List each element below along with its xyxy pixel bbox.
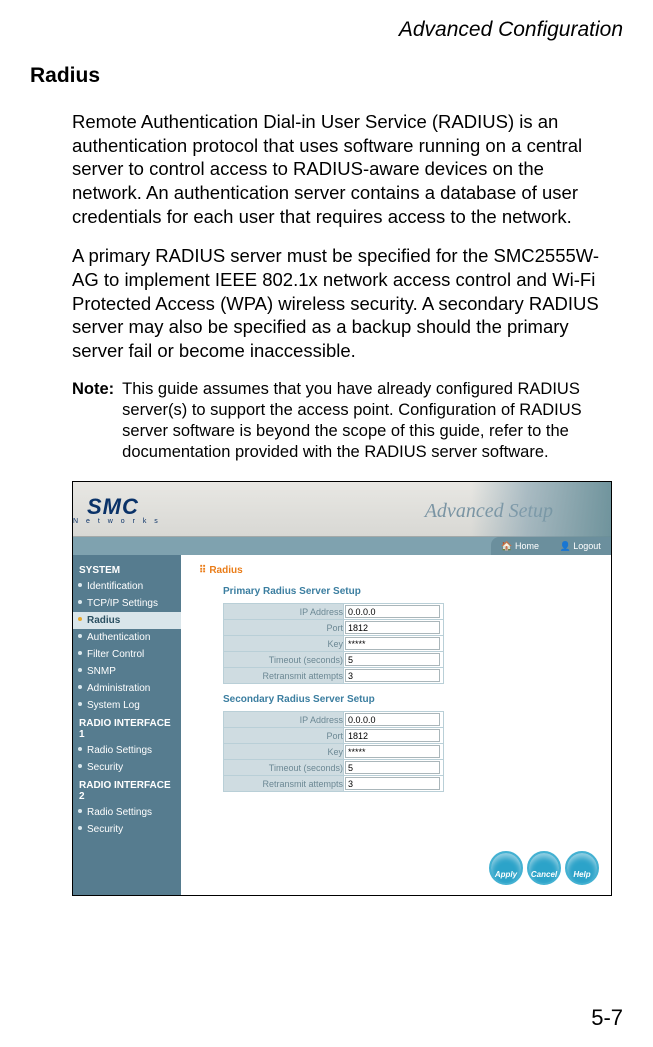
app-header: SMC N e t w o r k s Advanced Setup — [73, 482, 611, 537]
lbl-primary-key: Key — [224, 636, 344, 652]
input-primary-port[interactable] — [345, 621, 440, 634]
page-header: Advanced Configuration — [30, 18, 623, 42]
paragraph-1: Remote Authentication Dial-in User Servi… — [72, 110, 613, 228]
lbl-secondary-timeout: Timeout (seconds) — [224, 760, 344, 776]
paragraph-2: A primary RADIUS server must be specifie… — [72, 244, 613, 362]
logo-subtext: N e t w o r k s — [73, 518, 161, 525]
sidebar-item-snmp[interactable]: SNMP — [73, 663, 181, 680]
sidebar-item-r2-security[interactable]: Security — [73, 821, 181, 838]
lbl-primary-port: Port — [224, 620, 344, 636]
sidebar-item-authentication[interactable]: Authentication — [73, 629, 181, 646]
input-secondary-ip[interactable] — [345, 713, 440, 726]
sidebar-item-r1-settings[interactable]: Radio Settings — [73, 742, 181, 759]
lbl-primary-timeout: Timeout (seconds) — [224, 652, 344, 668]
lbl-primary-ip: IP Address — [224, 604, 344, 620]
logo-text: SMC — [87, 494, 139, 519]
note-label: Note: — [72, 379, 114, 463]
sidebar-item-administration[interactable]: Administration — [73, 680, 181, 697]
sidebar: SYSTEM Identification TCP/IP Settings Ra… — [73, 555, 181, 895]
logout-link[interactable]: 👤 Logout — [559, 541, 600, 552]
sidebar-item-identification[interactable]: Identification — [73, 578, 181, 595]
apply-button[interactable]: Apply — [489, 851, 523, 885]
sidebar-group-system: SYSTEM — [73, 561, 181, 578]
lbl-secondary-ip: IP Address — [224, 712, 344, 728]
page-number: 5-7 — [591, 1005, 623, 1031]
input-secondary-key[interactable] — [345, 745, 440, 758]
input-primary-key[interactable] — [345, 637, 440, 650]
input-secondary-retrans[interactable] — [345, 777, 440, 790]
note-block: Note: This guide assumes that you have a… — [72, 379, 613, 463]
sidebar-item-system-log[interactable]: System Log — [73, 697, 181, 714]
lbl-secondary-retrans: Retransmit attempts — [224, 776, 344, 792]
input-primary-ip[interactable] — [345, 605, 440, 618]
sidebar-item-r2-settings[interactable]: Radio Settings — [73, 804, 181, 821]
cancel-button[interactable]: Cancel — [527, 851, 561, 885]
sidebar-item-r1-security[interactable]: Security — [73, 759, 181, 776]
help-button[interactable]: Help — [565, 851, 599, 885]
input-secondary-port[interactable] — [345, 729, 440, 742]
section-title: Radius — [30, 64, 623, 88]
page-title: ⠿Radius — [199, 565, 601, 576]
sidebar-group-radio1: RADIO INTERFACE 1 — [73, 714, 181, 742]
top-bar: 🏠 Home 👤 Logout — [73, 537, 611, 555]
primary-heading: Primary Radius Server Setup — [223, 586, 601, 597]
button-row: Apply Cancel Help — [489, 851, 599, 885]
primary-form: IP Address Port Key Timeout (seconds) Re… — [223, 603, 444, 684]
logo: SMC N e t w o r k s — [73, 494, 161, 525]
home-link[interactable]: 🏠 Home — [501, 541, 539, 552]
sidebar-item-radius[interactable]: Radius — [73, 612, 181, 629]
secondary-heading: Secondary Radius Server Setup — [223, 694, 601, 705]
embedded-screenshot: SMC N e t w o r k s Advanced Setup 🏠 Hom… — [72, 481, 612, 896]
input-primary-timeout[interactable] — [345, 653, 440, 666]
topbar-tab: 🏠 Home 👤 Logout — [491, 537, 611, 555]
lbl-primary-retrans: Retransmit attempts — [224, 668, 344, 684]
header-art — [471, 482, 611, 537]
secondary-form: IP Address Port Key Timeout (seconds) Re… — [223, 711, 444, 792]
lbl-secondary-port: Port — [224, 728, 344, 744]
main-content: ⠿Radius Primary Radius Server Setup IP A… — [181, 555, 611, 895]
note-text: This guide assumes that you have already… — [122, 379, 613, 463]
lbl-secondary-key: Key — [224, 744, 344, 760]
sidebar-item-filter-control[interactable]: Filter Control — [73, 646, 181, 663]
sidebar-item-tcpip[interactable]: TCP/IP Settings — [73, 595, 181, 612]
sidebar-group-radio2: RADIO INTERFACE 2 — [73, 776, 181, 804]
input-secondary-timeout[interactable] — [345, 761, 440, 774]
input-primary-retrans[interactable] — [345, 669, 440, 682]
